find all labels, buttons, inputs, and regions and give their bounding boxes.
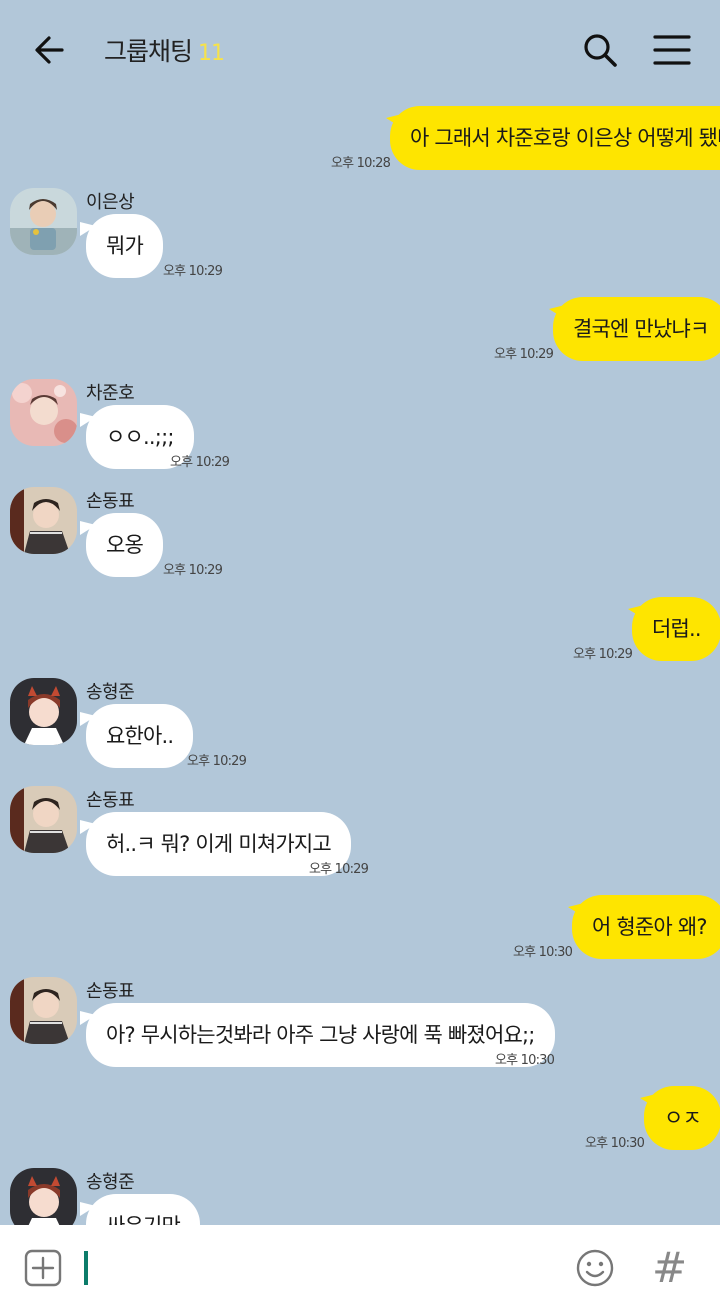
message-bubble[interactable]: 어 형준아 왜? xyxy=(572,895,720,959)
sender-name: 송형준 xyxy=(86,1172,135,1193)
avatar[interactable] xyxy=(10,1168,77,1225)
message-bubble[interactable]: 결국엔 만났냐ㅋ xyxy=(553,297,720,361)
message-time: 오후 10:29 xyxy=(494,347,554,362)
message-time: 오후 10:28 xyxy=(331,156,391,171)
avatar[interactable] xyxy=(10,678,77,745)
sender-name: 손동표 xyxy=(86,790,135,811)
sender-name: 손동표 xyxy=(86,491,135,512)
bubble-tail xyxy=(640,1094,656,1108)
message-list[interactable]: 아 그래서 차준호랑 이은상 어떻게 됐냐 오후 10:28 이은상 뭐가 오후… xyxy=(0,100,720,1225)
search-icon[interactable] xyxy=(580,30,620,70)
bubble-tail xyxy=(386,114,402,128)
bubble-tail xyxy=(628,605,644,619)
message-bubble[interactable]: 아? 무시하는것봐라 아주 그냥 사랑에 푹 빠졌어요;; xyxy=(86,1003,555,1067)
message-bubble[interactable]: 싸우기만 xyxy=(86,1194,201,1225)
sender-name: 손동표 xyxy=(86,981,135,1002)
smiley-icon[interactable] xyxy=(575,1248,615,1288)
message-bubble[interactable]: 뭐가 xyxy=(86,214,164,278)
avatar[interactable] xyxy=(10,379,77,446)
bubble-tail xyxy=(549,305,565,319)
message-bubble[interactable]: 오옹 xyxy=(86,513,164,577)
member-count: 11 xyxy=(198,41,225,66)
message-bubble[interactable]: 아 그래서 차준호랑 이은상 어떻게 됐냐 xyxy=(390,106,720,170)
chat-header: 그룹채팅 11 xyxy=(0,0,720,100)
message-time: 오후 10:29 xyxy=(309,862,369,877)
message-input-bar: # xyxy=(0,1225,720,1309)
sender-name: 차준호 xyxy=(86,383,135,404)
avatar[interactable] xyxy=(10,977,77,1044)
chat-title: 그룹채팅 11 xyxy=(104,32,225,68)
message-bubble[interactable]: 요한아.. xyxy=(86,704,194,768)
message-time: 오후 10:29 xyxy=(573,647,633,662)
message-time: 오후 10:30 xyxy=(585,1136,645,1151)
hamburger-icon[interactable] xyxy=(650,30,694,70)
message-time: 오후 10:30 xyxy=(495,1053,555,1068)
message-time: 오후 10:29 xyxy=(163,264,223,279)
message-time: 오후 10:29 xyxy=(163,563,223,578)
hashtag-icon[interactable]: # xyxy=(652,1243,687,1292)
avatar[interactable] xyxy=(10,786,77,853)
avatar[interactable] xyxy=(10,487,77,554)
message-time: 오후 10:29 xyxy=(187,754,247,769)
message-bubble[interactable]: 더럽.. xyxy=(632,597,720,661)
sender-name: 송형준 xyxy=(86,682,135,703)
plus-square-icon[interactable] xyxy=(24,1249,62,1287)
message-time: 오후 10:29 xyxy=(170,455,230,470)
message-time: 오후 10:30 xyxy=(513,945,573,960)
sender-name: 이은상 xyxy=(86,192,135,213)
bubble-tail xyxy=(568,903,584,917)
avatar[interactable] xyxy=(10,188,77,255)
chat-room-name: 그룹채팅 xyxy=(104,37,193,66)
text-cursor[interactable] xyxy=(84,1251,88,1285)
arrow-left-icon[interactable] xyxy=(30,30,70,70)
